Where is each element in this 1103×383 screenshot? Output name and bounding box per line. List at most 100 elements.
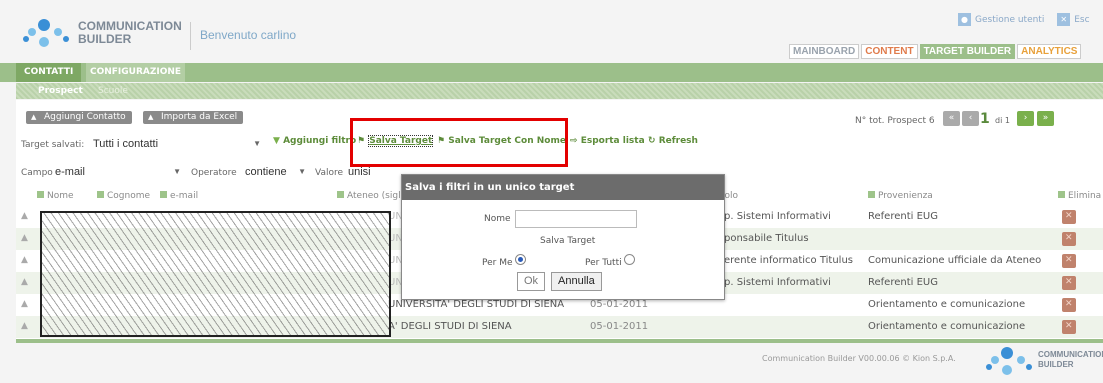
last-page-icon[interactable]: » <box>1037 111 1054 126</box>
chevron-down-icon: ▼ <box>298 167 306 176</box>
per-me-label: Per Me <box>482 258 513 268</box>
total-prospect-count: N° tot. Prospect 6 <box>855 116 935 126</box>
col-nome[interactable]: Nome <box>37 191 74 201</box>
tab-target-builder[interactable]: TARGET BUILDER <box>919 44 1016 59</box>
field-select[interactable]: e-mail ▼ <box>55 165 185 179</box>
import-excel-button[interactable]: Importa da Excel <box>143 111 244 124</box>
value-input[interactable]: unisi <box>348 165 408 179</box>
export-list-label: Esporta lista <box>580 136 645 146</box>
exit-link-label: Esc <box>1074 14 1090 25</box>
subtab-prospect[interactable]: Prospect <box>38 84 83 98</box>
name-label: Nome <box>484 214 511 224</box>
footer-bar <box>16 339 1103 343</box>
cell-ateneo: UNIVERSITA' DEGLI STUDI DI SIENA <box>388 299 565 310</box>
name-input[interactable] <box>515 210 637 228</box>
cell-ruolo: p. Sistemi Informativi <box>724 277 831 288</box>
footer-brand-name: COMMUNICATION BUILDER <box>1038 350 1103 370</box>
cell-date: 05-01-2011 <box>590 321 649 332</box>
ok-button[interactable]: Ok <box>517 272 546 291</box>
col-elimina: Elimina <box>1058 191 1101 201</box>
add-filter-label: Aggiungi filtro <box>283 136 357 146</box>
subtab-scuole[interactable]: Scuole <box>98 84 128 98</box>
footer-text: Communication Builder V00.00.06 © Kion S… <box>762 354 956 363</box>
field-select-value: e-mail <box>55 166 85 178</box>
cell-ateneo: A' DEGLI STUDI DI SIENA <box>388 321 512 332</box>
saved-target-label: Target salvati: <box>21 140 85 150</box>
operator-select-value: contiene <box>245 166 287 178</box>
main-tabs: MAINBOARD CONTENT TARGET BUILDER ANALYTI… <box>789 44 1083 59</box>
chevron-down-icon: ▼ <box>173 167 181 176</box>
tab-analytics[interactable]: ANALYTICS <box>1017 44 1082 59</box>
user-icon: ▲ <box>21 233 28 243</box>
refresh-label: Refresh <box>658 136 698 146</box>
saved-target-value: Tutti i contatti <box>93 138 159 150</box>
add-filter-link[interactable]: ▼ Aggiungi filtro <box>273 136 356 146</box>
cell-ruolo: p. Sistemi Informativi <box>724 211 831 222</box>
brand-name-line2: BUILDER <box>78 32 132 46</box>
tab-configurazione[interactable]: CONFIGURAZIONE <box>86 63 186 82</box>
tab-mainboard[interactable]: MAINBOARD <box>789 44 860 59</box>
col-cognome[interactable]: Cognome <box>97 191 150 201</box>
header-divider <box>190 22 191 50</box>
tab-contatti[interactable]: CONTATTI <box>16 63 82 82</box>
delete-icon[interactable] <box>1062 298 1076 312</box>
per-me-option[interactable]: Per Me <box>482 254 527 268</box>
brand-name: COMMUNICATION BUILDER <box>78 20 182 46</box>
delete-icon[interactable] <box>1062 254 1076 268</box>
redacted-area <box>40 211 391 337</box>
footer-logo-icon <box>986 347 1032 375</box>
save-target-section-label: Salva Target <box>540 236 596 246</box>
cell-provenienza: Orientamento e comunicazione <box>868 299 1026 310</box>
refresh-link[interactable]: ↻ Refresh <box>648 136 698 146</box>
cell-provenienza: Referenti EUG <box>868 277 938 288</box>
per-tutti-label: Per Tutti <box>585 258 622 268</box>
operator-label: Operatore <box>191 168 237 178</box>
col-email[interactable]: e-mail <box>160 191 198 201</box>
funnel-icon: ▼ <box>273 136 280 146</box>
user-icon: ▲ <box>21 211 28 221</box>
cell-ruolo: erente informatico Titulus <box>724 255 854 266</box>
user-icon: ▲ <box>21 299 28 309</box>
operator-select[interactable]: contiene ▼ <box>245 165 310 179</box>
cell-provenienza: Comunicazione ufficiale da Ateneo <box>868 255 1042 266</box>
col-provenienza[interactable]: Provenienza <box>868 191 933 201</box>
users-icon: ● <box>958 13 971 26</box>
delete-icon[interactable] <box>1062 276 1076 290</box>
top-links: ● Gestione utenti ✕ Esc <box>958 13 1100 26</box>
export-list-link[interactable]: ⇨ Esporta lista <box>570 136 645 146</box>
saved-target-select[interactable]: Tutti i contatti ▼ <box>93 137 265 151</box>
first-page-icon[interactable]: « <box>943 111 960 126</box>
chevron-down-icon: ▼ <box>253 139 261 148</box>
page-of: di 1 <box>995 116 1010 125</box>
current-page: 1 <box>980 111 990 127</box>
cancel-button[interactable]: Annulla <box>551 272 602 291</box>
cell-provenienza: Referenti EUG <box>868 211 938 222</box>
users-link-label: Gestione utenti <box>975 14 1045 25</box>
prev-page-icon[interactable]: ‹ <box>962 111 979 126</box>
tab-content[interactable]: CONTENT <box>861 44 918 59</box>
add-contact-button[interactable]: Aggiungi Contatto <box>26 111 132 124</box>
delete-icon[interactable] <box>1062 232 1076 246</box>
delete-icon[interactable] <box>1062 210 1076 224</box>
per-tutti-radio[interactable] <box>624 254 636 265</box>
delete-icon[interactable] <box>1062 320 1076 334</box>
user-icon: ▲ <box>21 277 28 287</box>
refresh-icon: ↻ <box>648 136 656 146</box>
exit-link[interactable]: ✕ Esc <box>1057 13 1090 26</box>
export-icon: ⇨ <box>570 136 578 146</box>
cell-provenienza: Orientamento e comunicazione <box>868 321 1026 332</box>
brand-logo-icon <box>23 19 69 47</box>
per-me-radio[interactable] <box>515 254 527 265</box>
subtab-bar <box>16 83 1103 99</box>
save-target-dialog: Salva i filtri in un unico target Nome S… <box>401 174 725 300</box>
welcome-text: Benvenuto carlino <box>200 28 297 42</box>
footer-brand-line1: COMMUNICATION <box>1038 350 1103 359</box>
col-ateneo[interactable]: Ateneo (sigla) <box>337 191 410 201</box>
per-tutti-option[interactable]: Per Tutti <box>585 254 636 268</box>
cell-ruolo: ponsabile Titulus <box>724 233 809 244</box>
value-label: Valore <box>315 168 344 178</box>
cell-date: 05-01-2011 <box>590 299 649 310</box>
user-icon: ▲ <box>21 321 28 331</box>
next-page-icon[interactable]: › <box>1017 111 1034 126</box>
users-link[interactable]: ● Gestione utenti <box>958 13 1044 26</box>
